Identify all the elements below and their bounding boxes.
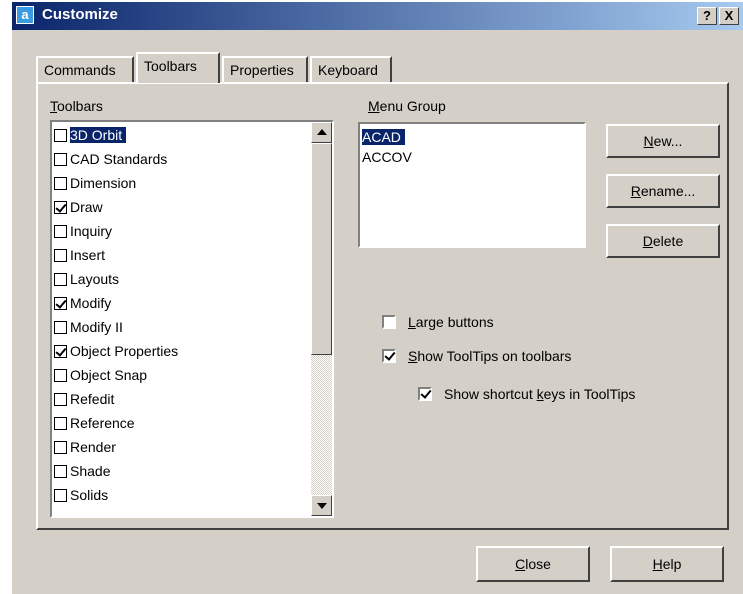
toolbar-checkbox[interactable] — [54, 321, 67, 334]
toolbar-list-item[interactable]: Modify — [54, 292, 111, 316]
menu-group-item[interactable]: ACCOV — [362, 146, 412, 170]
new-button[interactable]: New... — [606, 124, 720, 158]
toolbar-checkbox[interactable] — [54, 249, 67, 262]
toolbar-checkbox[interactable] — [54, 177, 67, 190]
scroll-up-button[interactable] — [311, 122, 332, 143]
customize-dialog: a Customize ? X Commands Toolbars Proper… — [10, 0, 743, 594]
tab-label: Properties — [230, 62, 294, 78]
menu-group-label: Menu Group — [368, 98, 446, 114]
tab-properties[interactable]: Properties — [222, 56, 308, 82]
toolbar-item-label: Object Snap — [70, 367, 148, 383]
toolbars-list[interactable]: 3D Orbit CAD Standards Dimension Draw Inquir… — [50, 120, 334, 518]
toolbar-list-item[interactable]: Layouts — [54, 268, 119, 292]
toolbar-item-label: Solids — [70, 487, 109, 503]
toolbar-checkbox[interactable] — [54, 129, 67, 142]
toolbar-list-item[interactable]: Dimension — [54, 172, 136, 196]
help-button[interactable]: Help — [610, 546, 724, 582]
toolbar-list-item[interactable]: Reference — [54, 412, 135, 436]
toolbar-list-item[interactable]: 3D Orbit — [54, 124, 127, 148]
show-tooltips-option[interactable]: Show ToolTips on toolbars — [382, 348, 571, 364]
large-buttons-checkbox[interactable] — [382, 315, 396, 329]
tab-toolbars[interactable]: Toolbars — [136, 52, 220, 83]
toolbar-list-item[interactable]: Draw — [54, 196, 103, 220]
toolbar-list-item[interactable]: Object Snap — [54, 364, 147, 388]
toolbar-list-item[interactable]: Refedit — [54, 388, 114, 412]
toolbar-checkbox[interactable] — [54, 465, 67, 478]
toolbar-checkbox[interactable] — [54, 489, 67, 502]
arrow-up-icon — [317, 129, 327, 135]
toolbar-checkbox[interactable] — [54, 393, 67, 406]
delete-button[interactable]: Delete — [606, 224, 720, 258]
toolbar-list-item[interactable]: CAD Standards — [54, 148, 167, 172]
toolbar-list-item[interactable]: Insert — [54, 244, 105, 268]
tab-keyboard[interactable]: Keyboard — [310, 56, 392, 82]
toolbar-checkbox[interactable] — [54, 153, 67, 166]
title-bar[interactable]: a Customize ? X — [12, 2, 743, 30]
toolbar-list-item[interactable]: Solids — [54, 484, 108, 508]
tab-label: Toolbars — [144, 58, 197, 74]
toolbar-checkbox[interactable] — [54, 273, 67, 286]
toolbar-item-label: Draw — [70, 199, 103, 215]
rename-button[interactable]: Rename... — [606, 174, 720, 208]
toolbar-checkbox[interactable] — [54, 297, 67, 310]
show-shortcut-keys-option[interactable]: Show shortcut keys in ToolTips — [418, 386, 635, 402]
toolbar-checkbox[interactable] — [54, 369, 67, 382]
toolbar-list-item[interactable]: Inquiry — [54, 220, 112, 244]
help-title-button[interactable]: ? — [697, 7, 717, 25]
toolbars-scrollbar[interactable] — [311, 122, 332, 516]
close-button[interactable]: Close — [476, 546, 590, 582]
toolbars-label: Toolbars — [50, 98, 103, 114]
toolbar-item-label: Reference — [70, 415, 135, 431]
toolbar-item-label: Layouts — [70, 271, 120, 287]
toolbar-checkbox[interactable] — [54, 225, 67, 238]
autocad-app-icon[interactable]: a — [16, 6, 34, 24]
toolbar-list-item[interactable]: Shade — [54, 460, 110, 484]
toolbar-checkbox[interactable] — [54, 345, 67, 358]
toolbar-item-label: Inquiry — [70, 223, 113, 239]
toolbar-item-label: Insert — [70, 247, 106, 263]
show-tooltips-checkbox[interactable] — [382, 349, 396, 363]
large-buttons-option[interactable]: Large buttons — [382, 314, 494, 330]
tab-label: Commands — [44, 62, 116, 78]
toolbars-tab-panel: Toolbars 3D Orbit CAD Standards Dimension D… — [36, 82, 729, 530]
toolbar-item-label: Modify — [70, 295, 112, 311]
toolbar-item-label: Dimension — [70, 175, 137, 191]
toolbar-checkbox[interactable] — [54, 201, 67, 214]
close-title-button[interactable]: X — [719, 7, 739, 25]
tab-label: Keyboard — [318, 62, 378, 78]
toolbar-item-label: Object Properties — [70, 343, 179, 359]
toolbar-item-label: Render — [70, 439, 116, 455]
window-title: Customize — [42, 6, 118, 23]
toolbar-checkbox[interactable] — [54, 441, 67, 454]
scroll-down-button[interactable] — [311, 495, 332, 516]
toolbar-list-item[interactable]: Render — [54, 436, 116, 460]
toolbar-list-item[interactable]: Object Properties — [54, 340, 178, 364]
menu-group-list[interactable]: ACAD ACCOV — [358, 122, 586, 248]
tab-commands[interactable]: Commands — [36, 56, 134, 82]
toolbar-checkbox[interactable] — [54, 417, 67, 430]
toolbar-item-label: CAD Standards — [70, 151, 168, 167]
toolbar-item-label: Shade — [70, 463, 111, 479]
toolbar-item-label: 3D Orbit — [70, 127, 127, 143]
arrow-down-icon — [317, 503, 327, 509]
toolbar-list-item[interactable]: Modify II — [54, 316, 123, 340]
toolbar-item-label: Modify II — [70, 319, 123, 335]
show-shortcut-keys-checkbox[interactable] — [418, 387, 432, 401]
toolbar-item-label: Refedit — [70, 391, 115, 407]
scroll-thumb[interactable] — [311, 143, 332, 355]
